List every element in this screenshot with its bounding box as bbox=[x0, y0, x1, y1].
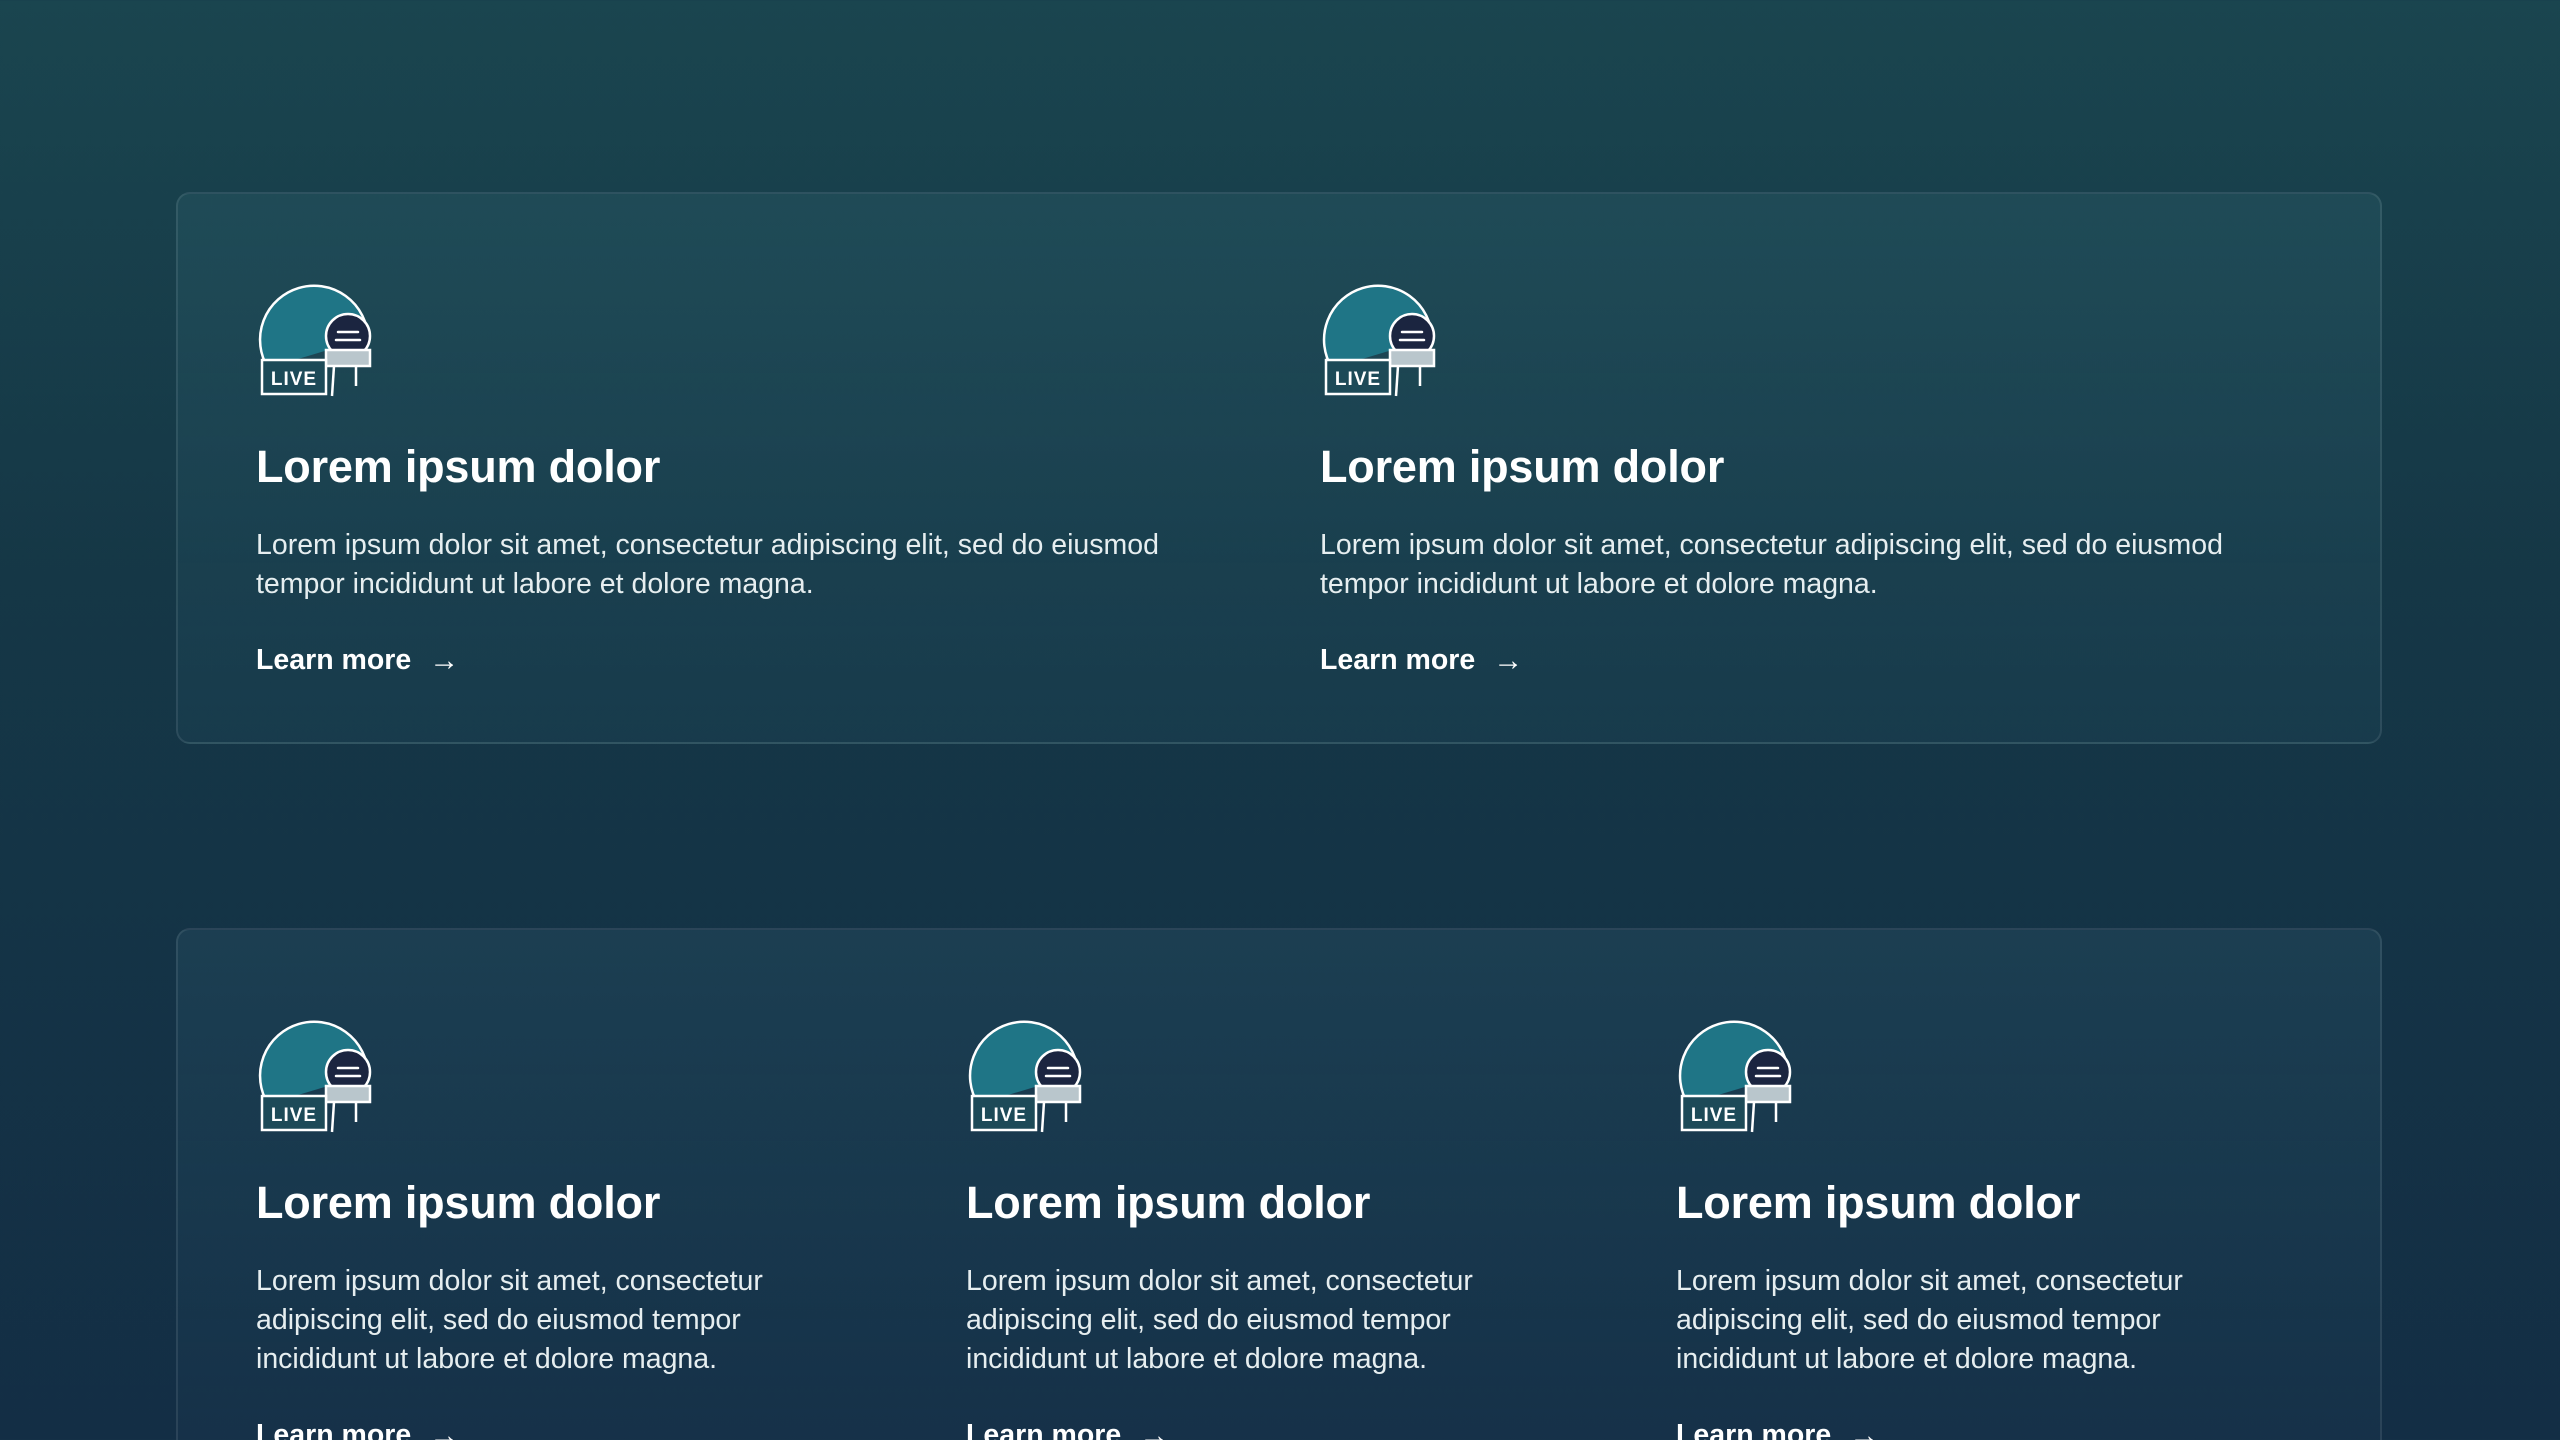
live-badge-text: LIVE bbox=[271, 1105, 317, 1126]
live-badge-text: LIVE bbox=[271, 369, 317, 390]
card-title: Lorem ipsum dolor bbox=[966, 1177, 1371, 1228]
learn-more-label: Learn more bbox=[966, 1419, 1122, 1440]
live-badge-text: LIVE bbox=[1335, 369, 1381, 390]
feature-card: LIVE Lorem ipsum dolor Lorem ipsum dolor… bbox=[256, 280, 1216, 677]
card-description: Lorem ipsum dolor sit amet, consectetur … bbox=[966, 1265, 1473, 1375]
card-title: Lorem ipsum dolor bbox=[256, 1177, 661, 1228]
card-title: Lorem ipsum dolor bbox=[1676, 1177, 2081, 1228]
learn-more-link[interactable]: Learn more → bbox=[1320, 644, 1523, 677]
card-description: Lorem ipsum dolor sit amet, consectetur … bbox=[1320, 529, 2223, 600]
feature-card: LIVE Lorem ipsum dolor Lorem ipsum dolor… bbox=[256, 1016, 856, 1440]
feature-card: LIVE Lorem ipsum dolor Lorem ipsum dolor… bbox=[1320, 280, 2280, 677]
learn-more-link[interactable]: Learn more → bbox=[256, 644, 459, 677]
learn-more-link[interactable]: Learn more → bbox=[256, 1419, 459, 1440]
learn-more-label: Learn more bbox=[1676, 1419, 1832, 1440]
feature-panel-two-column: LIVE Lorem ipsum dolor Lorem ipsum dolor… bbox=[176, 192, 2382, 744]
card-title: Lorem ipsum dolor bbox=[256, 441, 661, 492]
arrow-right-icon: → bbox=[429, 643, 460, 677]
card-description: Lorem ipsum dolor sit amet, consectetur … bbox=[256, 529, 1159, 600]
live-podcast-icon: LIVE bbox=[1678, 1020, 1792, 1133]
live-badge-text: LIVE bbox=[981, 1105, 1027, 1126]
live-podcast-icon: LIVE bbox=[258, 284, 372, 397]
learn-more-label: Learn more bbox=[1320, 644, 1476, 676]
feature-card: LIVE Lorem ipsum dolor Lorem ipsum dolor… bbox=[966, 1016, 1566, 1440]
live-podcast-icon: LIVE bbox=[968, 1020, 1082, 1133]
live-podcast-icon: LIVE bbox=[1322, 284, 1436, 397]
card-description: Lorem ipsum dolor sit amet, consectetur … bbox=[256, 1265, 763, 1375]
arrow-right-icon: → bbox=[1493, 643, 1524, 677]
learn-more-link[interactable]: Learn more → bbox=[966, 1419, 1169, 1440]
card-description: Lorem ipsum dolor sit amet, consectetur … bbox=[1676, 1265, 2183, 1375]
live-badge-text: LIVE bbox=[1691, 1105, 1737, 1126]
learn-more-label: Learn more bbox=[256, 1419, 412, 1440]
arrow-right-icon: → bbox=[1139, 1418, 1170, 1440]
learn-more-label: Learn more bbox=[256, 644, 412, 676]
learn-more-link[interactable]: Learn more → bbox=[1676, 1419, 1879, 1440]
arrow-right-icon: → bbox=[429, 1418, 460, 1440]
feature-card: LIVE Lorem ipsum dolor Lorem ipsum dolor… bbox=[1676, 1016, 2276, 1440]
feature-panel-three-column: LIVE Lorem ipsum dolor Lorem ipsum dolor… bbox=[176, 928, 2382, 1440]
arrow-right-icon: → bbox=[1849, 1418, 1880, 1440]
card-title: Lorem ipsum dolor bbox=[1320, 441, 1725, 492]
live-podcast-icon: LIVE bbox=[258, 1020, 372, 1133]
